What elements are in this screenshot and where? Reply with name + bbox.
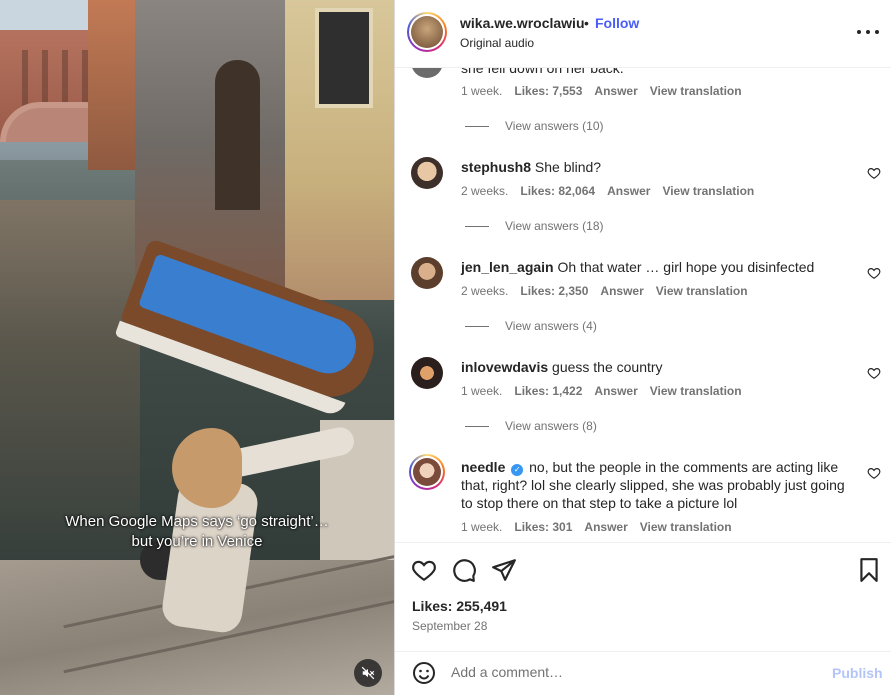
- like-comment-heart-icon[interactable]: [867, 366, 881, 380]
- comment-item: stephush8 She blind?: [461, 158, 856, 176]
- comment-text: Oh that water … girl hope you disinfecte…: [557, 259, 815, 275]
- answer-link[interactable]: Answer: [584, 520, 627, 534]
- comment-meta: 1 week. Likes: 301 Answer View translation: [461, 520, 732, 534]
- author-avatar[interactable]: [407, 12, 447, 52]
- comment-meta: 1 week. Likes: 7,553 Answer View translatio…: [461, 84, 742, 98]
- comment-likes[interactable]: Likes: 301: [514, 520, 572, 534]
- mute-button[interactable]: [354, 659, 382, 687]
- video-caption-line1: When Google Maps says ‘go straight’…: [65, 513, 329, 530]
- like-comment-heart-icon[interactable]: [867, 466, 881, 480]
- comment-username[interactable]: needle: [461, 459, 505, 475]
- view-translation-link[interactable]: View translation: [662, 184, 754, 198]
- comment-item: needle ✓ no, but the people in the comme…: [461, 458, 856, 512]
- post-date[interactable]: September 28: [412, 619, 487, 633]
- comment-username[interactable]: inlovewdavis: [461, 359, 548, 375]
- view-answers-button[interactable]: View answers (18): [465, 219, 603, 233]
- comment-meta: 1 week. Likes: 1,422 Answer View translatio…: [461, 384, 742, 398]
- comment-meta: 2 weeks. Likes: 82,064 Answer View translat…: [461, 184, 755, 198]
- view-answers-button[interactable]: View answers (8): [465, 419, 597, 433]
- view-answers-button[interactable]: View answers (4): [465, 319, 597, 333]
- header-separator: •: [584, 15, 589, 31]
- comment-item: jen_len_again Oh that water … girl hope …: [461, 258, 856, 276]
- emoji-smile-icon[interactable]: [412, 661, 436, 685]
- comment-avatar[interactable]: [411, 68, 443, 78]
- publish-button[interactable]: Publish: [832, 665, 883, 681]
- view-translation-link[interactable]: View translation: [650, 384, 742, 398]
- comment-input[interactable]: [451, 664, 811, 680]
- view-translation-link[interactable]: View translation: [650, 84, 742, 98]
- comment-text: She blind?: [534, 159, 602, 175]
- comment-avatar[interactable]: [409, 454, 445, 490]
- person-figure: [172, 428, 242, 508]
- comment-avatar[interactable]: [411, 257, 443, 289]
- answer-link[interactable]: Answer: [600, 284, 643, 298]
- verified-badge-icon: ✓: [511, 464, 524, 476]
- comment-username[interactable]: stephush8: [461, 159, 531, 175]
- send-paper-plane-icon[interactable]: [491, 557, 517, 583]
- post-likes-count[interactable]: Likes: 255,491: [412, 598, 507, 614]
- comment-text: she fell down on her back.: [461, 68, 624, 76]
- comment-avatar[interactable]: [411, 357, 443, 389]
- post-details-panel: wika.we.wroclawiu • Follow Original audi…: [394, 0, 891, 695]
- comment-likes[interactable]: Likes: 82,064: [520, 184, 595, 198]
- audio-label[interactable]: Original audio: [460, 36, 534, 50]
- view-answers-button[interactable]: View answers (10): [465, 119, 603, 133]
- instagram-post-viewer: When Google Maps says ‘go straight’… but…: [0, 0, 891, 695]
- add-comment-bar: Publish: [395, 651, 891, 695]
- like-comment-heart-icon[interactable]: [867, 166, 881, 180]
- like-comment-heart-icon[interactable]: [867, 266, 881, 280]
- answer-link[interactable]: Answer: [594, 84, 637, 98]
- comment-likes[interactable]: Likes: 1,422: [514, 384, 582, 398]
- heart-icon[interactable]: [411, 557, 437, 583]
- comment-likes[interactable]: Likes: 2,350: [520, 284, 588, 298]
- post-actions: Likes: 255,491 September 28: [395, 542, 891, 652]
- author-username[interactable]: wika.we.wroclawiu: [460, 15, 585, 31]
- comment-username[interactable]: jen_len_again: [461, 259, 554, 275]
- comment-item: inlovewdavis guess the country: [461, 358, 856, 376]
- answer-link[interactable]: Answer: [594, 384, 637, 398]
- comment-bubble-icon[interactable]: [451, 557, 477, 583]
- speaker-muted-icon: [361, 666, 375, 680]
- post-header: wika.we.wroclawiu • Follow Original audi…: [395, 0, 891, 68]
- comment-meta: 2 weeks. Likes: 2,350 Answer View translati…: [461, 284, 748, 298]
- comment-avatar[interactable]: [411, 157, 443, 189]
- more-options-icon[interactable]: [857, 22, 879, 42]
- follow-button[interactable]: Follow: [595, 15, 639, 31]
- view-translation-link[interactable]: View translation: [640, 520, 732, 534]
- comment-text: guess the country: [552, 359, 663, 375]
- comment-likes[interactable]: Likes: 7,553: [514, 84, 582, 98]
- comments-list[interactable]: she fell down on her back. 1 week. Likes:…: [395, 68, 891, 542]
- bookmark-icon[interactable]: [856, 557, 882, 583]
- answer-link[interactable]: Answer: [607, 184, 650, 198]
- reel-video[interactable]: When Google Maps says ‘go straight’… but…: [0, 0, 394, 695]
- video-caption-line2: but you’re in Venice: [131, 533, 263, 550]
- view-translation-link[interactable]: View translation: [656, 284, 748, 298]
